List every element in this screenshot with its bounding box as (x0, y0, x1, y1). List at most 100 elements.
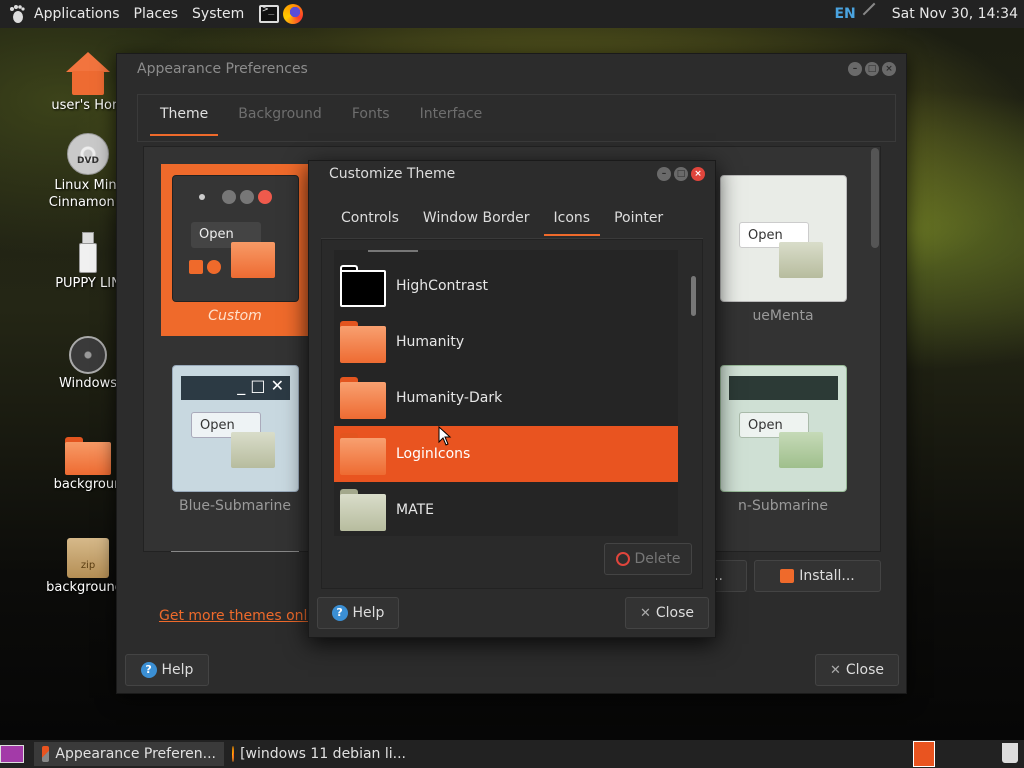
customize-tabs: Controls Window Border Icons Pointer (321, 199, 703, 239)
zip-archive-icon: zip (67, 538, 109, 578)
tab-interface[interactable]: Interface (410, 95, 493, 141)
delete-icon (615, 552, 630, 566)
firefox-icon (232, 746, 235, 762)
appearance-app-icon (42, 746, 50, 762)
clock[interactable]: Sat Nov 30, 14:34 (892, 6, 1018, 22)
taskbar-item-firefox[interactable]: [windows 11 debian li... (224, 742, 414, 766)
help-button[interactable]: ? Help (125, 654, 209, 686)
theme-preview: _ □ ✕ Open (172, 365, 299, 492)
window-title: Appearance Preferences (137, 61, 308, 77)
folder-icon (340, 489, 386, 531)
show-desktop-icon[interactable] (0, 745, 24, 763)
appearance-tabs: Theme Background Fonts Interface (137, 94, 896, 142)
icon-theme-list: HighContrast Humanity Humanity-Dark Logi… (321, 239, 703, 589)
network-disconnected-icon[interactable] (862, 2, 886, 26)
applications-menu[interactable]: Applications (27, 0, 127, 28)
taskbar-item-appearance[interactable]: Appearance Preferen... (34, 742, 224, 766)
get-more-themes-link[interactable]: Get more themes online (159, 608, 309, 624)
list-item-humanity-dark[interactable]: Humanity-Dark (334, 370, 678, 426)
folder-icon (340, 433, 386, 475)
theme-name: ueMenta (752, 308, 814, 324)
theme-card-custom[interactable]: Open Custom (161, 164, 309, 336)
theme-name: Blue-Submarine (178, 498, 292, 514)
tab-background[interactable]: Background (228, 95, 332, 141)
delete-label: Delete (634, 551, 681, 567)
install-label: Install... (799, 568, 855, 584)
folder-icon (340, 377, 386, 419)
folder-icon (340, 265, 386, 307)
workspace-switcher-icon[interactable] (913, 741, 935, 767)
close-icon: ✕ (639, 605, 651, 621)
terminal-launcher-icon[interactable] (259, 4, 280, 23)
list-item-label: HighContrast (396, 278, 488, 294)
tab-window-border[interactable]: Window Border (413, 199, 540, 238)
theme-name: Custom (208, 308, 262, 324)
close-icon: ✕ (829, 662, 841, 678)
delete-button[interactable]: Delete (604, 543, 692, 575)
panel-tray: EN Sat Nov 30, 14:34 (834, 2, 1024, 26)
mouse-pointer-icon (438, 426, 452, 446)
theme-card-green-submarine[interactable]: Open n-Submarine (709, 354, 857, 526)
close-label: Close (845, 662, 885, 678)
dialog-titlebar[interactable]: Customize Theme – □ × (309, 161, 715, 187)
places-menu[interactable]: Places (127, 0, 186, 28)
icon-theme-list-viewport: HighContrast Humanity Humanity-Dark Logi… (334, 250, 678, 536)
tab-icons[interactable]: Icons (543, 199, 601, 238)
theme-card-blue-submarine[interactable]: _ □ ✕ Open Blue-Submarine (161, 354, 309, 526)
minimize-icon[interactable]: – (657, 167, 671, 181)
folder-icon (65, 437, 111, 475)
top-panel: Applications Places System EN Sat Nov 30… (0, 0, 1024, 28)
divider (171, 551, 299, 552)
disk-icon (69, 336, 107, 374)
home-folder-icon (66, 52, 110, 96)
maximize-icon[interactable]: □ (865, 62, 879, 76)
list-item-loginicons[interactable]: LoginIcons (334, 426, 678, 482)
theme-name: n-Submarine (738, 498, 828, 514)
list-item-label: Humanity-Dark (396, 390, 503, 406)
list-item-mate[interactable]: MATE (334, 482, 678, 536)
tab-theme[interactable]: Theme (150, 95, 219, 141)
theme-preview: Open (720, 175, 847, 302)
list-item-label: MATE (396, 502, 434, 518)
close-icon[interactable]: × (691, 167, 705, 181)
maximize-icon[interactable]: □ (674, 167, 688, 181)
help-label: Help (161, 662, 194, 678)
system-menu[interactable]: System (185, 0, 251, 28)
list-item-label: Humanity (396, 334, 465, 350)
list-item-humanity[interactable]: Humanity (334, 314, 678, 370)
tab-controls[interactable]: Controls (321, 199, 409, 238)
install-icon (780, 569, 795, 583)
theme-card-bluementa[interactable]: Open ueMenta (709, 164, 857, 336)
tab-fonts[interactable]: Fonts (342, 95, 400, 141)
trash-icon[interactable] (1002, 743, 1018, 763)
firefox-launcher-icon[interactable] (283, 4, 304, 24)
keyboard-layout-indicator[interactable]: EN (834, 6, 855, 22)
theme-preview: Open (720, 365, 847, 492)
dialog-title: Customize Theme (329, 166, 456, 182)
tab-pointer[interactable]: Pointer (604, 199, 673, 238)
theme-preview: Open (172, 175, 299, 302)
help-button[interactable]: ? Help (317, 597, 399, 629)
close-button[interactable]: ✕ Close (815, 654, 899, 686)
icon-list-scrollbar[interactable] (691, 276, 696, 316)
close-label: Close (655, 605, 695, 621)
bottom-taskbar: Appearance Preferen... [windows 11 debia… (0, 740, 1024, 768)
usb-drive-icon (79, 232, 97, 274)
dvd-icon (67, 133, 109, 175)
customize-theme-dialog: Customize Theme – □ × Controls Window Bo… (308, 160, 716, 638)
clipped-row-edge (368, 250, 418, 252)
taskbar-item-label: Appearance Preferen... (55, 746, 216, 762)
list-item-highcontrast[interactable]: HighContrast (334, 258, 678, 314)
help-icon: ? (140, 662, 157, 678)
list-item-label: LoginIcons (396, 446, 471, 462)
close-icon[interactable]: × (882, 62, 896, 76)
folder-icon (340, 321, 386, 363)
minimize-icon[interactable]: – (848, 62, 862, 76)
help-label: Help (352, 605, 385, 621)
theme-grid-scrollbar[interactable] (871, 148, 879, 248)
help-icon: ? (331, 605, 348, 621)
window-titlebar[interactable]: Appearance Preferences – □ × (117, 54, 906, 84)
close-button[interactable]: ✕ Close (625, 597, 709, 629)
install-button[interactable]: Install... (754, 560, 881, 592)
gnome-foot-icon[interactable] (7, 4, 27, 24)
